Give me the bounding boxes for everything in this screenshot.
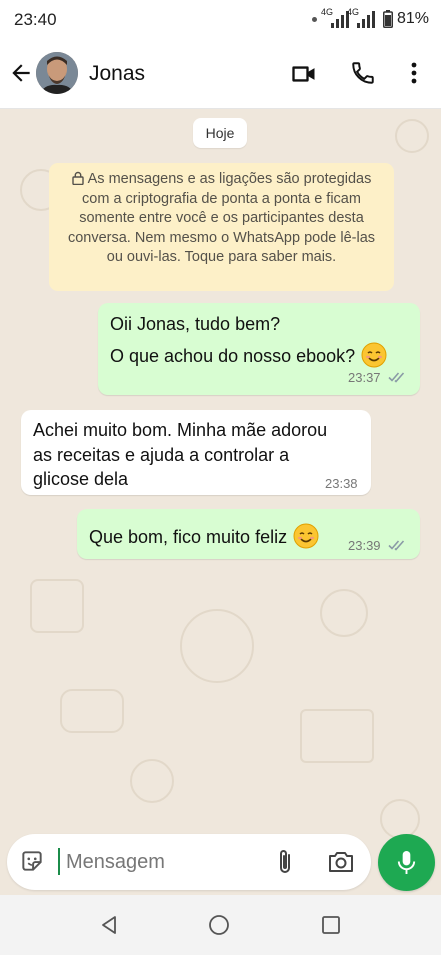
network-type-label: 4G [320,7,333,17]
message-time: 23:39 [348,538,381,553]
nav-recents-icon[interactable] [321,915,341,935]
lock-icon [71,171,84,185]
message-bubble-outgoing[interactable]: Oii Jonas, tudo bem? O que achou do noss… [98,303,420,395]
text-cursor [58,848,60,875]
message-bubble-incoming[interactable]: Achei muito bom. Minha mãe adorou as rec… [21,410,371,495]
message-composer [7,834,371,890]
message-text: O que achou do nosso ebook? [110,346,356,366]
read-receipt-icon [388,540,405,551]
network-type-label: 4G [346,7,359,17]
read-receipt-icon [388,372,405,383]
message-bubble-outgoing[interactable]: Que bom, fico muito feliz 23:39 [77,509,420,559]
battery-icon [382,10,393,28]
status-icons: 4G 4G 81% [311,7,429,28]
chat-area[interactable]: Hoje As mensagens e as ligações são prot… [0,109,441,895]
wallpaper-doodle [130,759,174,803]
avatar-photo [36,52,78,94]
attachment-icon[interactable] [273,848,297,876]
voice-message-button[interactable] [378,834,435,891]
wallpaper-doodle [60,689,124,733]
camera-icon[interactable] [327,849,355,875]
message-time: 23:37 [348,370,381,385]
system-nav-bar [0,895,441,955]
nav-back-icon[interactable] [99,915,119,935]
encryption-notice[interactable]: As mensagens e as ligações são protegida… [49,163,394,291]
back-arrow-icon[interactable] [8,60,34,86]
avatar[interactable] [36,52,78,94]
message-text: Que bom, fico muito feliz [89,527,288,547]
wallpaper-doodle [30,579,84,633]
phone-call-icon[interactable] [350,60,376,86]
wallpaper-doodle [180,609,254,683]
notification-dot-icon [311,16,317,22]
wallpaper-doodle [320,589,368,637]
wallpaper-doodle [395,119,429,153]
video-call-icon[interactable] [290,60,318,88]
status-time: 23:40 [14,10,57,29]
message-time: 23:38 [325,476,358,491]
wallpaper-doodle [380,799,420,839]
message-text-line: Que bom, fico muito feliz [89,523,319,549]
message-text-line: O que achou do nosso ebook? [110,342,387,368]
battery-percent: 81% [396,10,429,27]
microphone-icon [397,851,416,874]
message-input[interactable] [64,844,268,880]
date-chip: Hoje [193,118,247,148]
message-text: Oii Jonas, tudo bem? [110,314,281,334]
smiling-face-emoji-icon [361,342,387,368]
signal-icon: 4G [347,7,375,28]
encryption-notice-text: As mensagens e as ligações são protegida… [67,171,376,265]
chat-header: Jonas [0,40,441,109]
wallpaper-doodle [300,709,374,763]
nav-home-icon[interactable] [208,914,230,936]
smiling-face-emoji-icon [293,523,319,549]
contact-name[interactable]: Jonas [89,62,145,86]
more-options-icon[interactable] [404,60,424,86]
message-text: Achei muito bom. Minha mãe adorou as rec… [33,420,328,489]
status-bar: 23:40 4G 4G 81% [0,0,441,40]
sticker-icon[interactable] [19,848,45,874]
